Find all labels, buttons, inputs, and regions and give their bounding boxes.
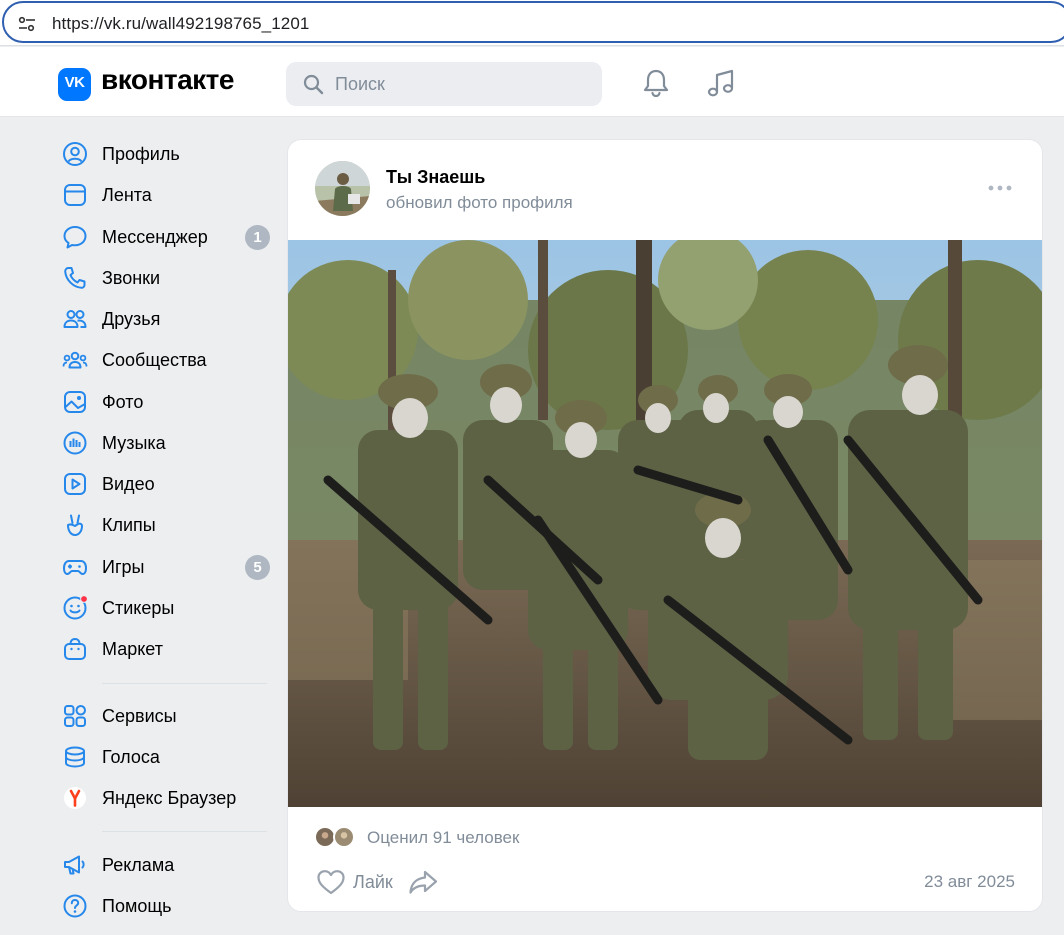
sidebar-item-feed[interactable]: Лента [60,177,275,213]
music-note-icon[interactable] [705,67,737,99]
sidebar-item-label: Игры [102,557,145,577]
sidebar-item-calls[interactable]: Звонки [60,260,275,296]
sidebar-item-services[interactable]: Сервисы [60,698,275,734]
sidebar-item-label: Мессенджер [102,227,208,247]
market-icon [64,637,86,660]
help-icon [63,894,87,918]
vk-header: VK вконтакте [0,47,1064,117]
profile-icon [63,142,87,166]
sidebar-item-label: Лента [102,185,152,205]
sidebar-item-yandex-browser[interactable]: Яндекс Браузер [60,780,275,816]
sidebar-item-label: Реклама [102,855,175,875]
sidebar-item-messenger[interactable]: Мессенджер 1 [60,219,275,255]
games-icon [63,560,87,575]
more-options-icon[interactable] [987,181,1013,195]
sidebar-item-games[interactable]: Игры 5 [60,549,275,585]
heart-icon [317,870,345,895]
url-text[interactable]: https://vk.ru/wall492198765_1201 [52,14,309,34]
sidebar-item-label: Музыка [102,433,166,453]
games-badge: 5 [245,555,270,580]
post-photo[interactable] [288,240,1043,807]
sidebar-item-profile[interactable]: Профиль [60,136,275,172]
messenger-icon [63,226,87,249]
sidebar-item-music[interactable]: Музыка [60,425,275,461]
search-input[interactable] [335,62,585,106]
sidebar-item-help[interactable]: Помощь [60,888,275,924]
photo-icon [64,391,86,413]
megaphone-icon [64,855,85,875]
video-icon [64,473,86,495]
sidebar-item-stickers[interactable]: Стикеры [60,590,275,626]
share-arrow-icon [409,870,438,894]
sidebar-item-photo[interactable]: Фото [60,384,275,420]
votes-icon [65,746,85,768]
sidebar-divider [102,683,267,684]
sidebar-item-label: Звонки [102,268,161,288]
like-label: Лайк [353,872,393,892]
phone-icon [64,267,86,289]
sidebar-item-label: Видео [102,474,155,494]
url-field[interactable]: https://vk.ru/wall492198765_1201 [2,1,1064,43]
music-icon [63,431,87,455]
sidebar-item-label: Фото [102,392,144,412]
services-icon [64,705,86,727]
post-card: Ты Знаешь обновил фото профиля Оценил 91… [287,139,1043,912]
post-date[interactable]: 23 авг 2025 [924,872,1015,892]
clips-icon [67,514,83,536]
vk-logo-text[interactable]: вконтакте [101,64,234,96]
bell-icon[interactable] [640,67,672,99]
sidebar-item-market[interactable]: Маркет [60,631,275,667]
sidebar-item-video[interactable]: Видео [60,466,275,502]
site-settings-icon[interactable] [17,14,37,34]
vk-logo-icon[interactable]: VK [58,68,91,101]
sidebar-item-label: Клипы [102,515,156,535]
like-button[interactable]: Лайк [316,867,406,897]
share-button[interactable] [408,867,440,897]
sidebar-item-votes[interactable]: Голоса [60,739,275,775]
sidebar-item-label: Яндекс Браузер [102,788,237,808]
post-action-text: обновил фото профиля [386,193,573,212]
sidebar-item-clips[interactable]: Клипы [60,507,275,543]
sidebar-item-communities[interactable]: Сообщества [60,342,275,378]
friends-icon [63,310,87,328]
search-box[interactable] [286,62,602,106]
yandex-browser-icon [64,787,86,809]
feed-icon [64,184,86,206]
sidebar-divider [102,831,267,832]
sidebar-item-label: Голоса [102,747,160,767]
stickers-icon [63,595,88,620]
communities-icon [62,351,88,369]
sidebar-item-label: Сообщества [102,350,207,370]
sidebar-item-ads[interactable]: Реклама [60,847,275,883]
sidebar-item-friends[interactable]: Друзья [60,301,275,337]
sidebar-item-label: Друзья [102,309,161,329]
unread-badge: 1 [245,225,270,250]
sidebar-item-label: Помощь [102,896,172,916]
sidebar-item-label: Профиль [102,144,180,164]
post-author-name[interactable]: Ты Знаешь [386,167,485,188]
author-avatar[interactable] [315,161,370,216]
sidebar-item-label: Сервисы [102,706,177,726]
sidebar-item-label: Маркет [102,639,163,659]
search-icon [303,74,324,95]
likes-summary[interactable]: Оценил 91 человек [367,828,519,848]
sidebar-item-label: Стикеры [102,598,175,618]
browser-address-bar: https://vk.ru/wall492198765_1201 [0,0,1064,46]
liker-avatar[interactable] [333,826,355,848]
